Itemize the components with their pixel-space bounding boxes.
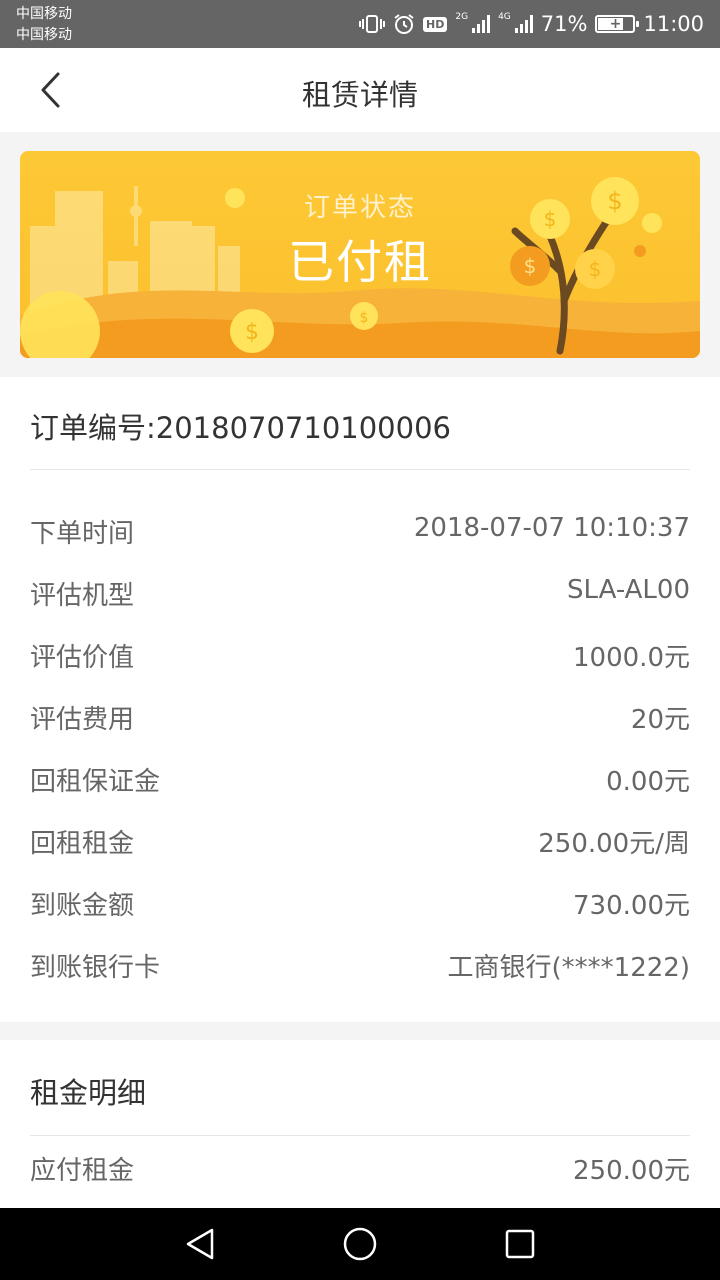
info-row-valuation: 评估价值 1000.0元 — [30, 637, 690, 677]
section-title: 租金明细 — [30, 1076, 147, 1110]
info-row-label: 回租保证金 — [30, 767, 161, 797]
info-row-order-time: 下单时间 2018-07-07 10:10:37 — [30, 513, 690, 553]
back-triangle-icon — [186, 1228, 214, 1260]
network-4g-label: 4G — [498, 12, 511, 22]
svg-text:$: $ — [360, 310, 369, 326]
battery-percent: 71% — [540, 12, 588, 36]
battery-icon: + — [595, 15, 640, 33]
info-row-value: 工商银行(****1222) — [447, 953, 690, 983]
status-icons: HD 2G 4G 71% + 11:00 — [359, 0, 704, 48]
rent-detail-card: 租金明细 应付租金 250.00元 — [0, 1040, 720, 1208]
info-row-value: 0.00元 — [606, 767, 690, 797]
system-back-button[interactable] — [180, 1224, 220, 1264]
info-row-label: 评估机型 — [30, 581, 135, 611]
recents-square-icon — [505, 1229, 535, 1259]
system-home-button[interactable] — [340, 1224, 380, 1264]
hd-icon: HD — [423, 16, 448, 32]
clock: 11:00 — [643, 12, 704, 36]
nav-bar: 租赁详情 — [0, 48, 720, 132]
info-row-label: 下单时间 — [30, 519, 135, 549]
vibrate-icon — [359, 14, 386, 34]
info-row-value: 2018-07-07 10:10:37 — [413, 513, 690, 543]
detail-row-label: 应付租金 — [30, 1156, 135, 1186]
info-row-received-amount: 到账金额 730.00元 — [30, 885, 690, 925]
system-recents-button[interactable] — [500, 1224, 540, 1264]
svg-text:$: $ — [245, 320, 259, 345]
info-row-label: 到账金额 — [30, 891, 135, 921]
signal-icon — [472, 15, 491, 33]
info-row-model: 评估机型 SLA-AL00 — [30, 575, 690, 615]
info-row-label: 评估价值 — [30, 643, 135, 673]
system-nav-bar — [0, 1208, 720, 1280]
order-status-value: 已付租 — [288, 235, 432, 289]
info-row-bank-card: 到账银行卡 工商银行(****1222) — [30, 947, 690, 987]
charging-plus-icon: + — [609, 16, 622, 32]
signal-icon-2 — [514, 15, 533, 33]
info-row-fee: 评估费用 20元 — [30, 699, 690, 739]
info-row-value: SLA-AL00 — [567, 575, 690, 605]
divider — [30, 469, 690, 470]
banner-section: $ $ $ $ $ $ 订单状态 已付租 — [0, 132, 720, 377]
info-row-value: 20元 — [630, 705, 690, 735]
carrier-1: 中国移动 — [16, 6, 72, 22]
info-row-label: 到账银行卡 — [30, 953, 161, 983]
order-number: 订单编号:2018070710100006 — [30, 411, 451, 445]
info-row-value: 250.00元/周 — [538, 829, 690, 859]
divider — [30, 1135, 690, 1136]
detail-row-payable-rent: 应付租金 250.00元 — [30, 1150, 690, 1190]
carrier-2: 中国移动 — [16, 27, 72, 43]
status-bar: 中国移动 中国移动 HD 2G 4G 71% + 11:00 — [0, 0, 720, 48]
network-2g-label: 2G — [455, 12, 469, 22]
info-row-label: 回租租金 — [30, 829, 135, 859]
order-info-card: 订单编号:2018070710100006 下单时间 2018-07-07 10… — [0, 377, 720, 1022]
page-title: 租赁详情 — [301, 78, 418, 112]
info-row-rent: 回租租金 250.00元/周 — [30, 823, 690, 863]
alarm-icon — [393, 13, 415, 35]
order-status-label: 订单状态 — [303, 193, 416, 223]
info-row-label: 评估费用 — [30, 705, 135, 735]
info-row-deposit: 回租保证金 0.00元 — [30, 761, 690, 801]
home-circle-icon — [343, 1227, 377, 1261]
detail-row-value: 250.00元 — [573, 1156, 690, 1186]
info-row-value: 1000.0元 — [573, 643, 690, 673]
info-row-value: 730.00元 — [573, 891, 690, 921]
